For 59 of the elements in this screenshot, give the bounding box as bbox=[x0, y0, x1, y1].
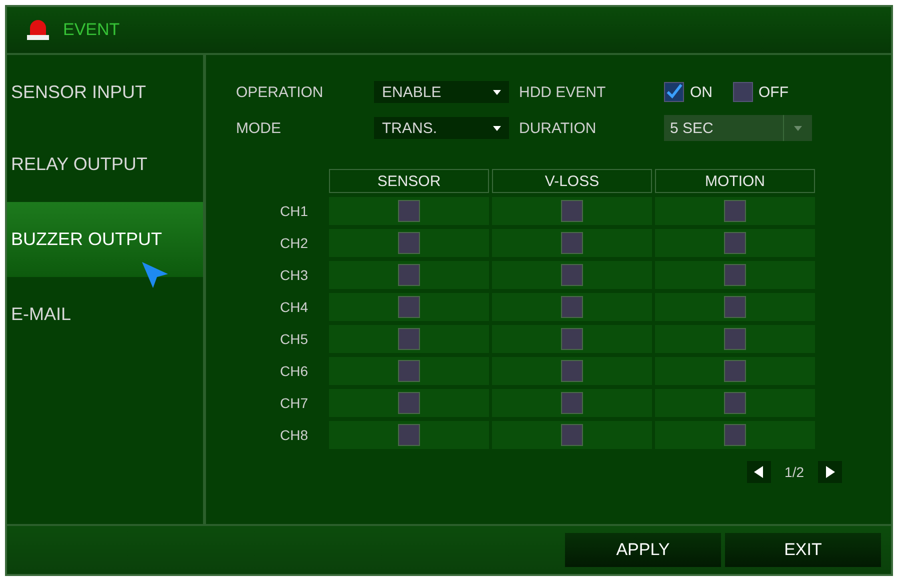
sidebar-item[interactable]: RELAY OUTPUT bbox=[7, 127, 203, 202]
checkbox[interactable] bbox=[664, 82, 684, 102]
next-page-button[interactable] bbox=[818, 461, 842, 483]
checkbox[interactable] bbox=[561, 328, 583, 350]
checkbox[interactable] bbox=[724, 264, 746, 286]
field-label: DURATION bbox=[519, 120, 598, 136]
channel-label: CH5 bbox=[278, 330, 309, 349]
option-label: ON bbox=[690, 84, 712, 100]
footer-button[interactable]: APPLY bbox=[565, 533, 721, 567]
field-label: OPERATION bbox=[236, 84, 324, 100]
siren-icon bbox=[25, 19, 51, 41]
checkbox[interactable] bbox=[561, 200, 583, 222]
option-label: OFF bbox=[758, 84, 788, 100]
checkbox[interactable] bbox=[398, 360, 420, 382]
checkbox[interactable] bbox=[724, 296, 746, 318]
checkbox[interactable] bbox=[561, 360, 583, 382]
sidebar-item[interactable]: SENSOR INPUT bbox=[7, 57, 203, 127]
window-title: EVENT bbox=[63, 20, 120, 40]
mode-dropdown[interactable]: TRANS. bbox=[374, 117, 509, 139]
checkbox[interactable] bbox=[732, 82, 752, 102]
checkbox[interactable] bbox=[724, 328, 746, 350]
footer-button[interactable]: EXIT bbox=[725, 533, 881, 567]
channel-label: CH8 bbox=[278, 426, 309, 445]
checkbox[interactable] bbox=[398, 328, 420, 350]
column-header: MOTION bbox=[655, 169, 815, 193]
channel-label: CH6 bbox=[278, 362, 309, 381]
checkbox[interactable] bbox=[561, 296, 583, 318]
previous-page-button[interactable] bbox=[746, 461, 771, 483]
channel-label: CH7 bbox=[278, 394, 309, 413]
checkbox[interactable] bbox=[398, 424, 420, 446]
column-header: SENSOR bbox=[329, 169, 489, 193]
checkbox[interactable] bbox=[724, 424, 746, 446]
cursor-icon bbox=[140, 260, 170, 290]
field-label: HDD EVENT bbox=[519, 84, 607, 100]
right-triangle-icon bbox=[825, 466, 835, 478]
channel-label: CH1 bbox=[278, 202, 309, 221]
channel-label: CH2 bbox=[278, 234, 309, 253]
page-indicator: 1/2 bbox=[784, 464, 804, 480]
checkbox[interactable] bbox=[398, 232, 420, 254]
channel-label: CH3 bbox=[278, 266, 309, 285]
sidebar-item[interactable]: BUZZER OUTPUT bbox=[7, 202, 203, 277]
checkbox[interactable] bbox=[724, 232, 746, 254]
checkbox[interactable] bbox=[561, 264, 583, 286]
channel-label: CH4 bbox=[278, 298, 309, 317]
checkbox[interactable] bbox=[724, 360, 746, 382]
left-triangle-icon bbox=[754, 466, 764, 478]
checkbox[interactable] bbox=[561, 232, 583, 254]
checkbox[interactable] bbox=[398, 200, 420, 222]
operation-dropdown[interactable]: ENABLE bbox=[374, 81, 509, 103]
checkbox[interactable] bbox=[398, 264, 420, 286]
sidebar-item[interactable]: E-MAIL bbox=[7, 277, 203, 352]
checkbox[interactable] bbox=[398, 296, 420, 318]
checkbox[interactable] bbox=[724, 392, 746, 414]
checkbox[interactable] bbox=[398, 392, 420, 414]
checkbox[interactable] bbox=[724, 200, 746, 222]
checkbox[interactable] bbox=[561, 424, 583, 446]
checkbox[interactable] bbox=[561, 392, 583, 414]
field-label: MODE bbox=[236, 120, 282, 136]
column-header: V-LOSS bbox=[492, 169, 652, 193]
